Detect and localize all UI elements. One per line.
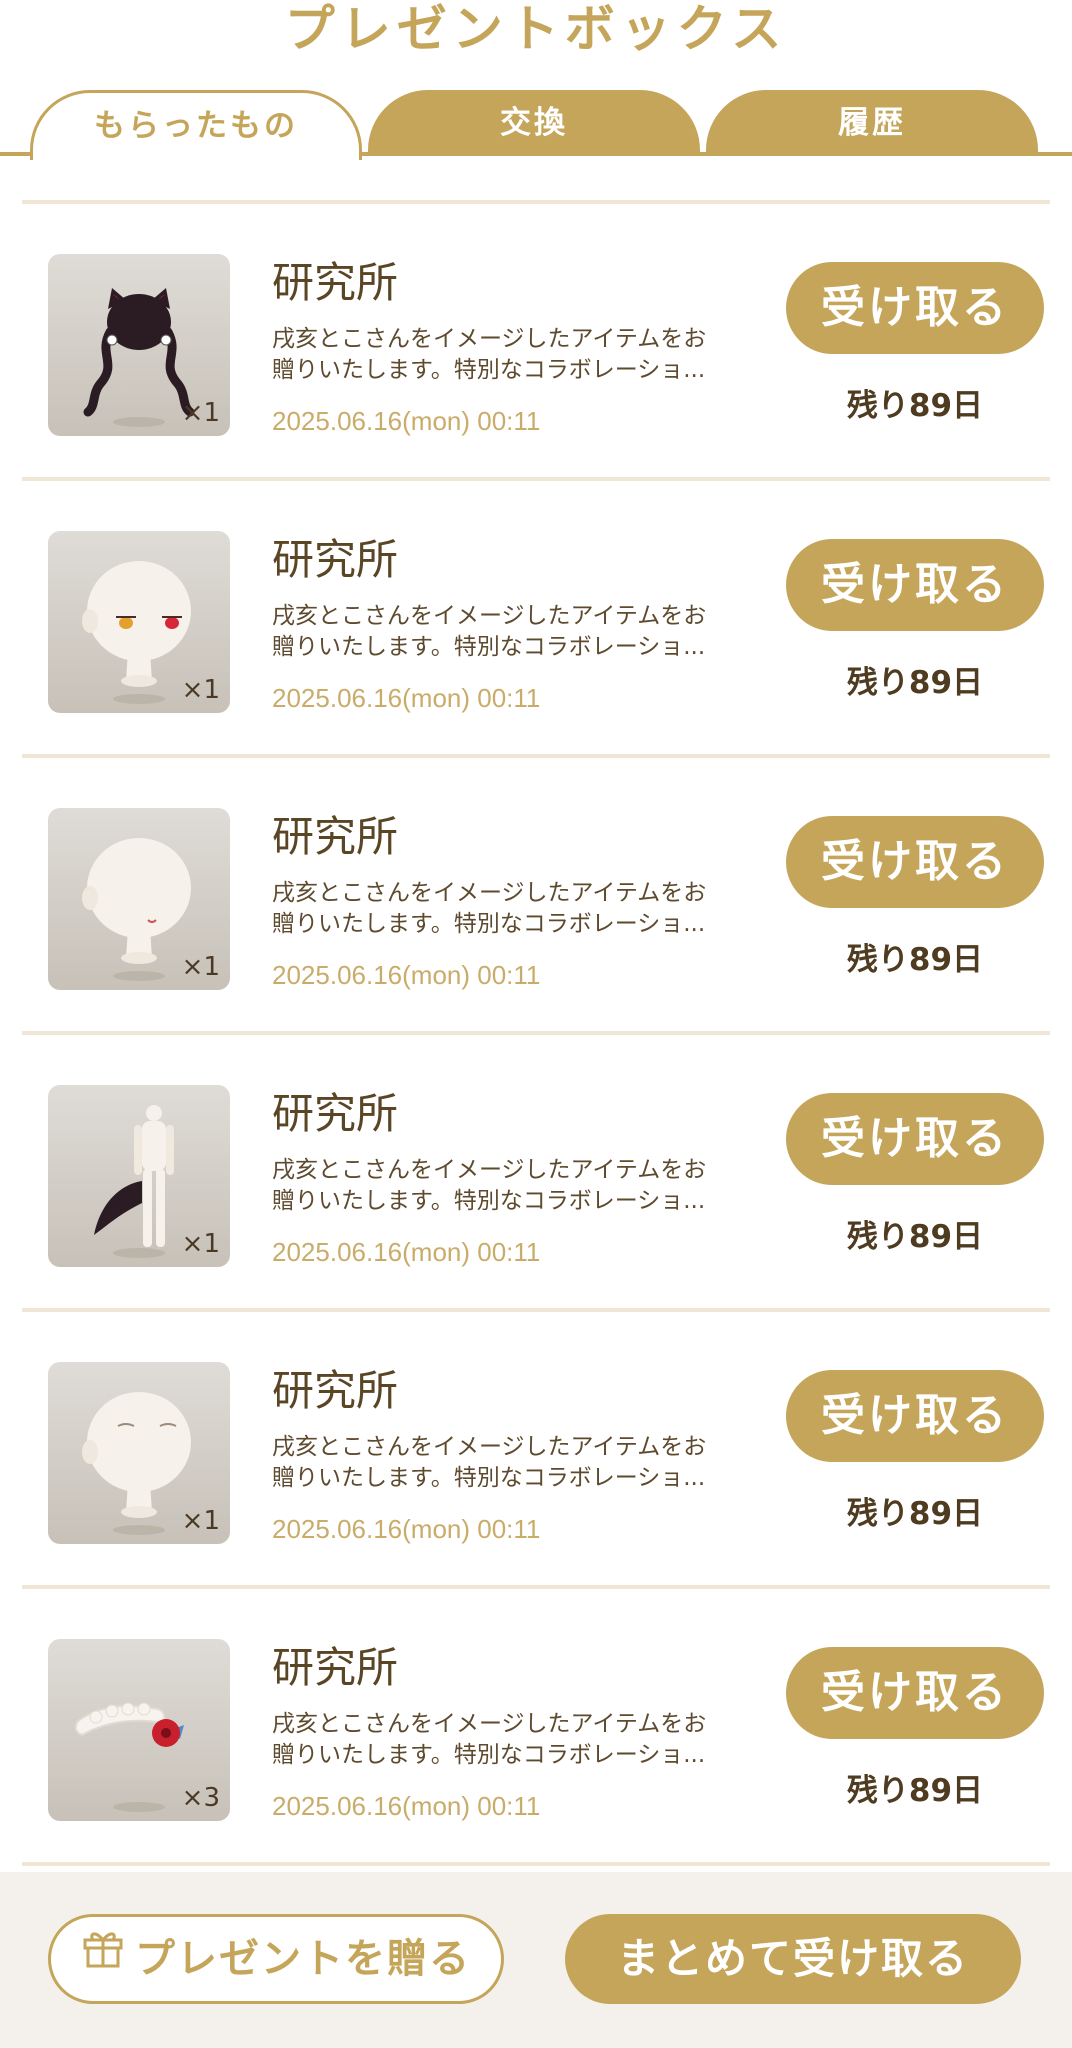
receive-button[interactable]: 受け取る <box>786 539 1044 631</box>
remaining-days: 残り89日 <box>846 1496 984 1532</box>
item-description: 戌亥とこさんをイメージしたアイテムをお 贈りいたします。特別なコラボレーショ..… <box>272 1155 772 1217</box>
item-thumbnail[interactable]: ×1 <box>48 1085 230 1267</box>
receive-button[interactable]: 受け取る <box>786 1647 1044 1739</box>
tab-bar: もらったもの 交換 履歴 <box>0 86 1072 160</box>
item-quantity: ×3 <box>181 1783 220 1813</box>
item-description: 戌亥とこさんをイメージしたアイテムをお 贈りいたします。特別なコラボレーショ..… <box>272 1709 772 1771</box>
item-quantity: ×1 <box>181 952 220 982</box>
description-line: 戌亥とこさんをイメージしたアイテムをお <box>272 1711 707 1737</box>
remaining-days: 残り89日 <box>846 1219 984 1255</box>
description-line: 戌亥とこさんをイメージしたアイテムをお <box>272 326 707 352</box>
item-date: 2025.06.16(mon) 00:11 <box>272 683 541 713</box>
description-line: 贈りいたします。特別なコラボレーショ... <box>272 911 706 937</box>
remaining-days: 残り89日 <box>846 942 984 978</box>
list-item: ×1 研究所 戌亥とこさんをイメージしたアイテムをお 贈りいたします。特別なコラ… <box>22 481 1050 754</box>
item-title: 研究所 <box>272 1366 399 1415</box>
item-thumbnail[interactable]: ×1 <box>48 254 230 436</box>
description-line: 贈りいたします。特別なコラボレーショ... <box>272 1465 706 1491</box>
item-thumbnail[interactable]: ×1 <box>48 531 230 713</box>
item-date: 2025.06.16(mon) 00:11 <box>272 1514 541 1544</box>
item-date: 2025.06.16(mon) 00:11 <box>272 960 541 990</box>
item-description: 戌亥とこさんをイメージしたアイテムをお 贈りいたします。特別なコラボレーショ..… <box>272 324 772 386</box>
description-line: 贈りいたします。特別なコラボレーショ... <box>272 1188 706 1214</box>
description-line: 戌亥とこさんをイメージしたアイテムをお <box>272 880 707 906</box>
footer-bar: プレゼントを贈る まとめて受け取る <box>0 1872 1072 2048</box>
item-thumbnail[interactable]: ×1 <box>48 808 230 990</box>
item-date: 2025.06.16(mon) 00:11 <box>272 1791 541 1821</box>
item-quantity: ×1 <box>181 675 220 705</box>
list-item: ×1 研究所 戌亥とこさんをイメージしたアイテムをお 贈りいたします。特別なコラ… <box>22 1312 1050 1585</box>
item-description: 戌亥とこさんをイメージしたアイテムをお 贈りいたします。特別なコラボレーショ..… <box>272 601 772 663</box>
item-title: 研究所 <box>272 258 399 307</box>
item-title: 研究所 <box>272 1643 399 1692</box>
item-description: 戌亥とこさんをイメージしたアイテムをお 贈りいたします。特別なコラボレーショ..… <box>272 1432 772 1494</box>
divider <box>22 1862 1050 1866</box>
item-title: 研究所 <box>272 1089 399 1138</box>
description-line: 戌亥とこさんをイメージしたアイテムをお <box>272 603 707 629</box>
receive-all-button[interactable]: まとめて受け取る <box>565 1914 1021 2004</box>
item-title: 研究所 <box>272 812 399 861</box>
item-quantity: ×1 <box>181 1506 220 1536</box>
item-date: 2025.06.16(mon) 00:11 <box>272 406 541 436</box>
remaining-days: 残り89日 <box>846 388 984 424</box>
tab-exchange[interactable]: 交換 <box>368 90 700 156</box>
send-present-button[interactable]: プレゼントを贈る <box>48 1914 504 2004</box>
list-item: ×1 研究所 戌亥とこさんをイメージしたアイテムをお 贈りいたします。特別なコラ… <box>22 758 1050 1031</box>
receive-button[interactable]: 受け取る <box>786 1370 1044 1462</box>
item-quantity: ×1 <box>181 1229 220 1259</box>
description-line: 贈りいたします。特別なコラボレーショ... <box>272 357 706 383</box>
description-line: 贈りいたします。特別なコラボレーショ... <box>272 1742 706 1768</box>
send-present-label: プレゼントを贈る <box>135 1936 471 1982</box>
receive-button[interactable]: 受け取る <box>786 816 1044 908</box>
item-date: 2025.06.16(mon) 00:11 <box>272 1237 541 1267</box>
receive-button[interactable]: 受け取る <box>786 1093 1044 1185</box>
remaining-days: 残り89日 <box>846 665 984 701</box>
item-thumbnail[interactable]: ×1 <box>48 1362 230 1544</box>
description-line: 戌亥とこさんをイメージしたアイテムをお <box>272 1434 707 1460</box>
description-line: 贈りいたします。特別なコラボレーショ... <box>272 634 706 660</box>
item-thumbnail[interactable]: ×3 <box>48 1639 230 1821</box>
list-item: ×1 研究所 戌亥とこさんをイメージしたアイテムをお 贈りいたします。特別なコラ… <box>22 1035 1050 1308</box>
description-line: 戌亥とこさんをイメージしたアイテムをお <box>272 1157 707 1183</box>
item-quantity: ×1 <box>181 398 220 428</box>
present-list: ×1 研究所 戌亥とこさんをイメージしたアイテムをお 贈りいたします。特別なコラ… <box>22 200 1050 1866</box>
tab-history[interactable]: 履歴 <box>706 90 1038 156</box>
gift-icon <box>81 1915 125 1999</box>
remaining-days: 残り89日 <box>846 1773 984 1809</box>
list-item: ×1 研究所 戌亥とこさんをイメージしたアイテムをお 贈りいたします。特別なコラ… <box>22 204 1050 477</box>
tab-received[interactable]: もらったもの <box>30 90 362 160</box>
list-item: ×3 研究所 戌亥とこさんをイメージしたアイテムをお 贈りいたします。特別なコラ… <box>22 1589 1050 1862</box>
item-title: 研究所 <box>272 535 399 584</box>
receive-button[interactable]: 受け取る <box>786 262 1044 354</box>
page-title: プレゼントボックス <box>284 0 788 58</box>
item-description: 戌亥とこさんをイメージしたアイテムをお 贈りいたします。特別なコラボレーショ..… <box>272 878 772 940</box>
